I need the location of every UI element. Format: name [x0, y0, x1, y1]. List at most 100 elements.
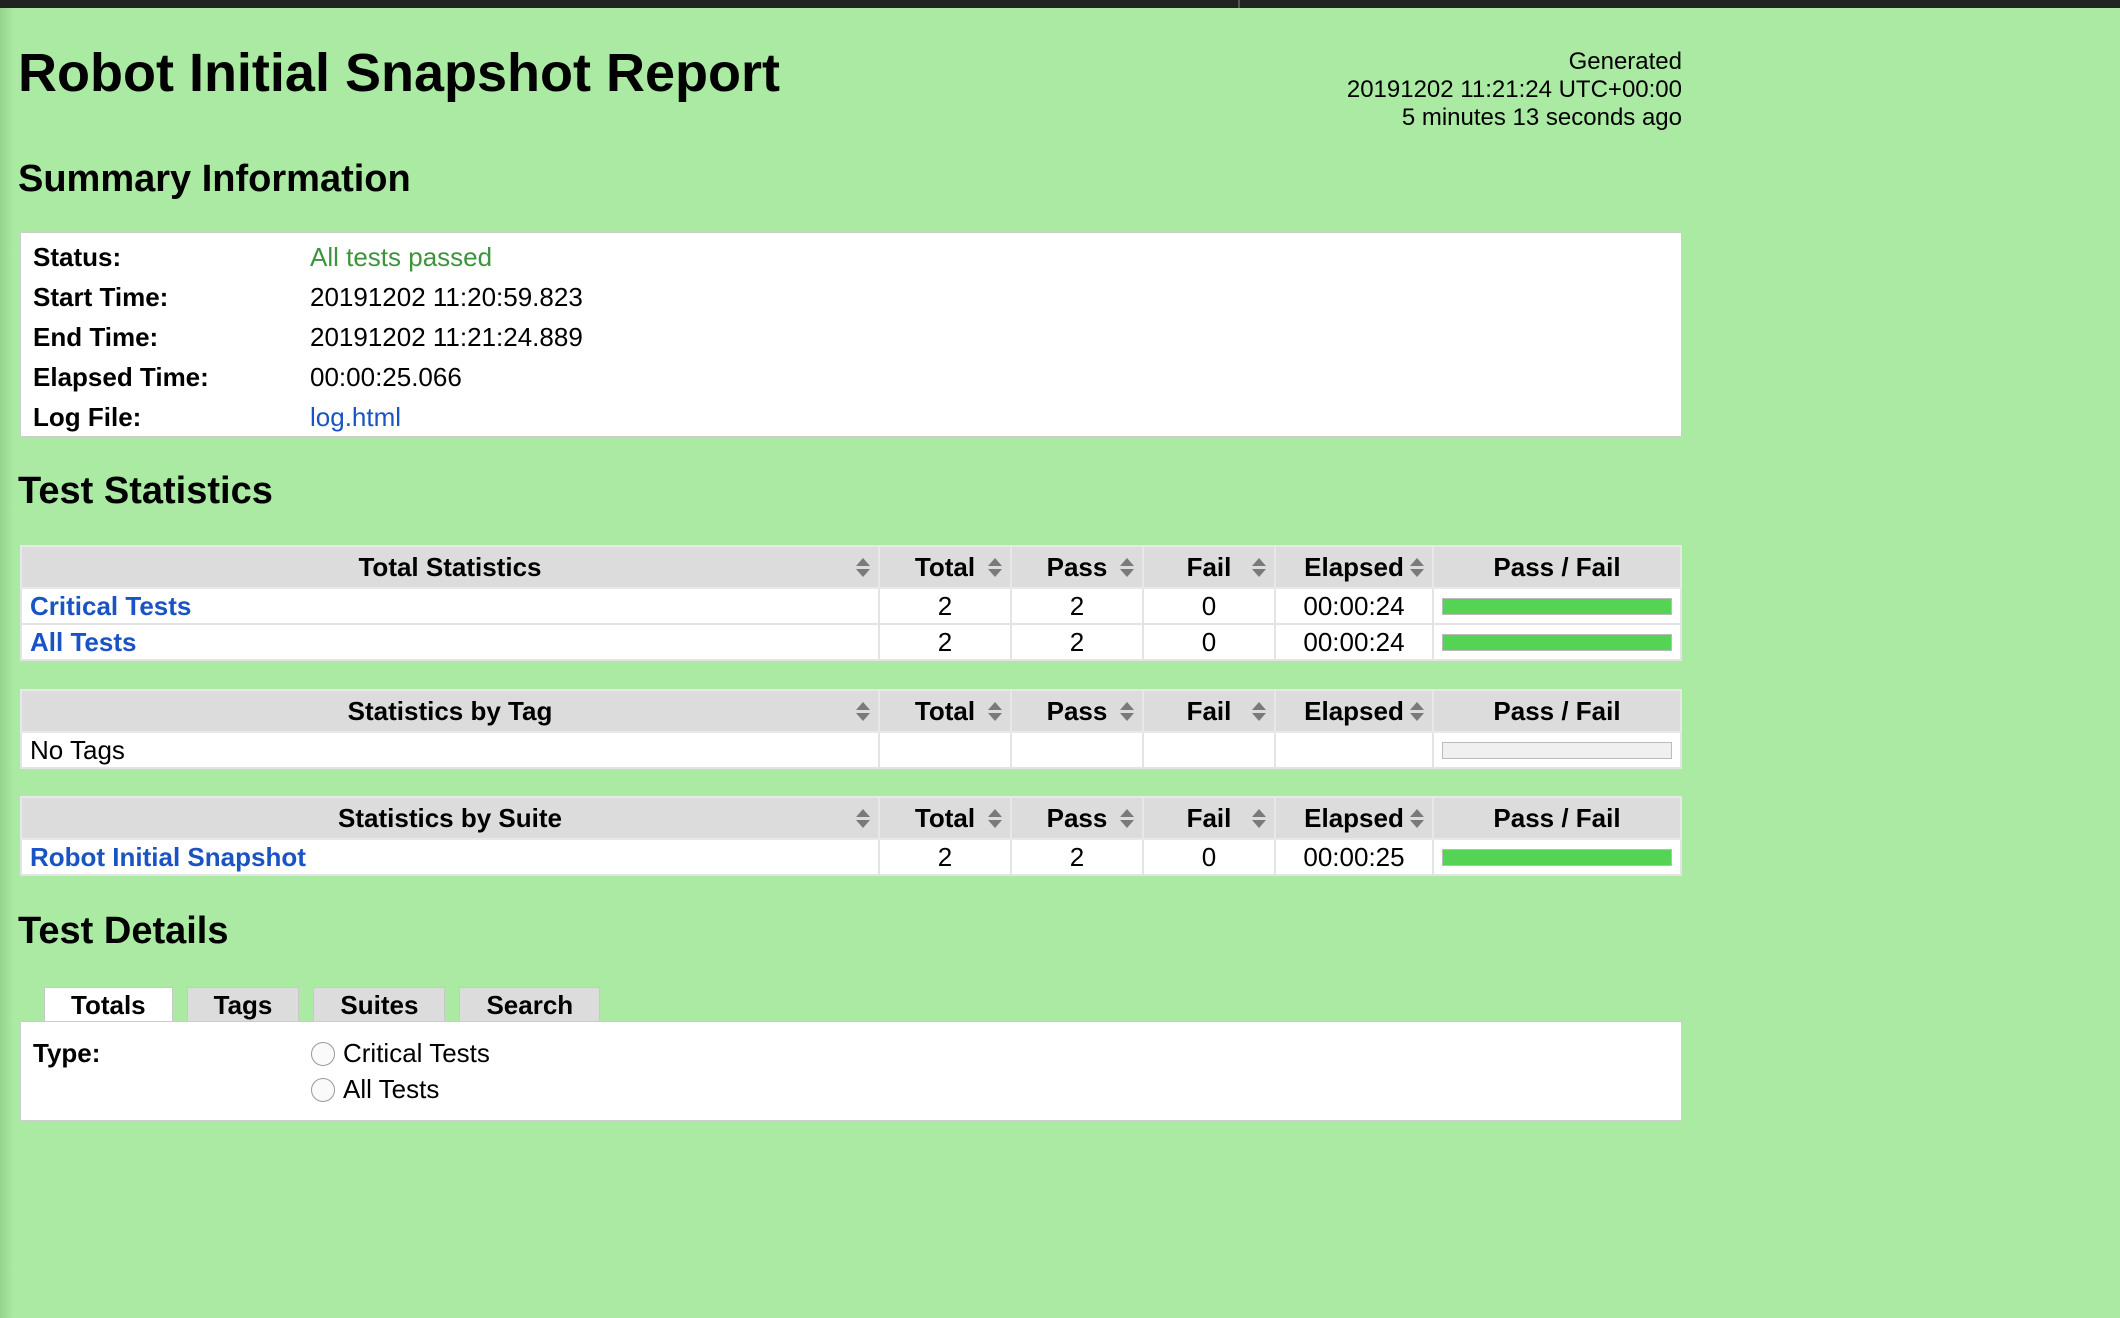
row-name-label: No Tags	[30, 734, 125, 765]
column-header-total[interactable]: Total	[878, 796, 1012, 840]
cell-pass-fail	[1432, 838, 1682, 876]
sort-icon[interactable]	[1252, 702, 1266, 722]
column-header-pass[interactable]: Pass	[1010, 796, 1144, 840]
column-header-label: Statistics by Tag	[347, 695, 553, 726]
option-critical-tests[interactable]: Critical Tests	[311, 1038, 490, 1069]
total-statistics-table: Total Statistics Total Pass Fail Elapsed Pass…	[20, 545, 1682, 661]
sort-icon[interactable]	[1252, 809, 1266, 829]
row-name-link[interactable]: Critical Tests	[30, 591, 191, 621]
pass-bar-fill	[1443, 634, 1671, 650]
tab-suites[interactable]: Suites	[313, 987, 446, 1021]
column-header-elapsed[interactable]: Elapsed	[1274, 796, 1434, 840]
row-name-cell: All Tests	[20, 623, 880, 661]
summary-key: End Time:	[33, 321, 159, 352]
sort-icon[interactable]	[1410, 809, 1424, 829]
test-details-heading: Test Details	[18, 910, 229, 952]
column-header-pass-fail: Pass / Fail	[1432, 796, 1682, 840]
cell-total	[878, 731, 1012, 769]
cell-elapsed: 00:00:25	[1274, 838, 1434, 876]
column-header-label: Elapsed	[1304, 695, 1404, 726]
sort-icon[interactable]	[988, 809, 1002, 829]
stats-header-row: Total Statistics Total Pass Fail Elapsed Pass…	[20, 545, 1682, 589]
sort-icon[interactable]	[856, 702, 870, 722]
cell-pass: 2	[1010, 587, 1144, 625]
pass-fail-bar	[1442, 633, 1672, 651]
column-header-total[interactable]: Total	[878, 689, 1012, 733]
tab-totals[interactable]: Totals	[44, 987, 173, 1025]
column-header-pass[interactable]: Pass	[1010, 689, 1144, 733]
status-value: All tests passed	[310, 241, 493, 272]
stats-header-row: Statistics by Suite Total Pass Fail Elapsed P…	[20, 796, 1682, 840]
column-header-statistics-by-tag[interactable]: Statistics by Tag	[20, 689, 880, 733]
sort-icon[interactable]	[856, 558, 870, 578]
cell-pass: 2	[1010, 838, 1144, 876]
summary-row-status: Status: All tests passed	[21, 237, 1681, 277]
column-header-label: Total	[914, 695, 976, 726]
cell-pass-fail	[1432, 623, 1682, 661]
column-header-total-statistics[interactable]: Total Statistics	[20, 545, 880, 589]
cell-pass	[1010, 731, 1144, 769]
column-header-statistics-by-suite[interactable]: Statistics by Suite	[20, 796, 880, 840]
tab-search[interactable]: Search	[459, 987, 601, 1021]
summary-key: Elapsed Time:	[33, 361, 209, 392]
column-header-elapsed[interactable]: Elapsed	[1274, 545, 1434, 589]
generated-ago: 5 minutes 13 seconds ago	[1401, 104, 1682, 131]
generated-label: Generated	[1568, 48, 1682, 75]
log-file-link[interactable]: log.html	[310, 402, 401, 432]
sort-icon[interactable]	[988, 702, 1002, 722]
row-name-link[interactable]: All Tests	[30, 627, 136, 657]
tab-tags[interactable]: Tags	[186, 987, 300, 1021]
column-header-label: Total	[914, 802, 976, 833]
sort-icon[interactable]	[1120, 558, 1134, 578]
option-label: All Tests	[343, 1074, 440, 1104]
table-row: Critical Tests 2 2 0 00:00:24	[20, 587, 1682, 625]
sort-icon[interactable]	[1252, 558, 1266, 578]
sort-icon[interactable]	[1120, 809, 1134, 829]
cell-total: 2	[878, 587, 1012, 625]
column-header-label: Total Statistics	[358, 551, 542, 582]
details-tabs: Totals Tags Suites Search	[44, 987, 601, 1025]
table-row: All Tests 2 2 0 00:00:24	[20, 623, 1682, 661]
column-header-label: Statistics by Suite	[338, 802, 562, 833]
tag-statistics-table: Statistics by Tag Total Pass Fail Elapsed Pas…	[20, 689, 1682, 769]
pass-bar-fill	[1443, 598, 1671, 614]
sort-icon[interactable]	[1120, 702, 1134, 722]
column-header-label: Pass	[1046, 802, 1108, 833]
row-name-link[interactable]: Robot Initial Snapshot	[30, 842, 306, 872]
column-header-label: Fail	[1186, 695, 1232, 726]
column-header-label: Elapsed	[1304, 802, 1404, 833]
details-panel: Type: Critical Tests All Tests	[20, 1021, 1682, 1121]
sort-icon[interactable]	[856, 809, 870, 829]
column-header-fail[interactable]: Fail	[1142, 689, 1276, 733]
row-name-cell: No Tags	[20, 731, 880, 769]
cell-total: 2	[878, 623, 1012, 661]
column-header-pass-fail: Pass / Fail	[1432, 689, 1682, 733]
radio-button[interactable]	[311, 1077, 335, 1102]
generated-time: 20191202 11:21:24 UTC+00:00	[1346, 76, 1682, 103]
radio-button[interactable]	[311, 1041, 335, 1066]
cell-elapsed: 00:00:24	[1274, 587, 1434, 625]
sort-icon[interactable]	[988, 558, 1002, 578]
row-name-cell: Robot Initial Snapshot	[20, 838, 880, 876]
summary-key: Status:	[33, 241, 122, 272]
top-bar-separator	[1238, 0, 1240, 8]
column-header-label: Fail	[1186, 802, 1232, 833]
cell-elapsed: 00:00:24	[1274, 623, 1434, 661]
column-header-fail[interactable]: Fail	[1142, 796, 1276, 840]
column-header-total[interactable]: Total	[878, 545, 1012, 589]
sort-icon[interactable]	[1410, 702, 1424, 722]
column-header-pass[interactable]: Pass	[1010, 545, 1144, 589]
option-all-tests[interactable]: All Tests	[311, 1074, 439, 1105]
type-label: Type:	[33, 1038, 101, 1068]
test-statistics-heading: Test Statistics	[18, 470, 273, 512]
cell-elapsed	[1274, 731, 1434, 769]
column-header-fail[interactable]: Fail	[1142, 545, 1276, 589]
sort-icon[interactable]	[1410, 558, 1424, 578]
column-header-elapsed[interactable]: Elapsed	[1274, 689, 1434, 733]
summary-table: Status: All tests passed Start Time: 201…	[20, 232, 1682, 437]
column-header-label: Elapsed	[1304, 551, 1404, 582]
column-header-label: Pass / Fail	[1493, 695, 1621, 726]
summary-key: Log File:	[33, 401, 142, 432]
cell-fail: 0	[1142, 838, 1276, 876]
pass-fail-bar	[1442, 597, 1672, 615]
